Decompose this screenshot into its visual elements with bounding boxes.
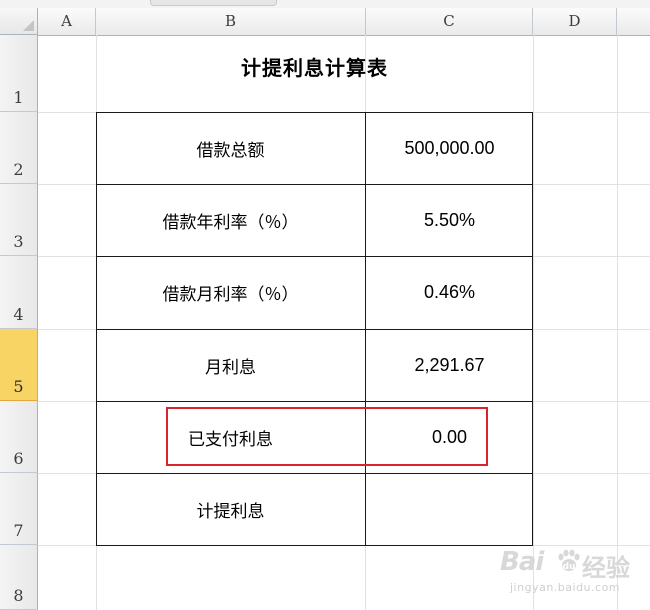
row-number: 7: [13, 521, 24, 540]
cell-b7-accrued-interest-label[interactable]: 计提利息: [96, 473, 365, 545]
baidu-jingyan-watermark: Bai du 经验 jingyan.baidu.com: [500, 545, 645, 605]
cell-b5-monthly-interest-label[interactable]: 月利息: [96, 329, 365, 401]
svg-text:du: du: [563, 562, 576, 572]
column-header-d[interactable]: D: [533, 8, 617, 35]
column-header-b[interactable]: B: [96, 8, 366, 35]
cell-c5-monthly-interest-value[interactable]: 2,291.67: [366, 329, 533, 401]
select-all-triangle-icon: [23, 20, 34, 31]
row-number: 5: [13, 377, 24, 396]
row-header-7[interactable]: 7: [0, 473, 38, 545]
row-number: 6: [13, 449, 24, 468]
watermark-suffix: 经验: [582, 554, 630, 582]
row-header-6[interactable]: 6: [0, 401, 38, 473]
row-header-4[interactable]: 4: [0, 256, 38, 329]
ribbon-tab-edge: [150, 0, 277, 6]
row-number: 8: [13, 586, 24, 605]
cell-b2-loan-total-label[interactable]: 借款总额: [96, 112, 365, 184]
row-header-2[interactable]: 2: [0, 112, 38, 184]
cell-b3-annual-rate-label[interactable]: 借款年利率（％）: [96, 184, 365, 256]
row-header-1[interactable]: 1: [0, 35, 38, 112]
gridline: [617, 35, 618, 610]
paw-icon: du: [558, 549, 580, 572]
select-all-corner[interactable]: [0, 8, 38, 35]
red-highlight-box: [166, 407, 488, 466]
cell-b4-monthly-rate-label[interactable]: 借款月利率（％）: [96, 256, 365, 328]
column-header-a[interactable]: A: [38, 8, 96, 35]
column-header-c[interactable]: C: [366, 8, 533, 35]
cell-c3-annual-rate-value[interactable]: 5.50%: [366, 184, 533, 256]
row-header-3[interactable]: 3: [0, 184, 38, 256]
cell-c2-loan-total-value[interactable]: 500,000.00: [366, 112, 533, 184]
cell-c4-monthly-rate-value[interactable]: 0.46%: [366, 256, 533, 328]
column-header-next[interactable]: [617, 8, 650, 35]
sheet-title[interactable]: 计提利息计算表: [96, 52, 533, 81]
gridline: [533, 35, 534, 610]
row-header-5[interactable]: 5: [0, 329, 38, 401]
row-number: 3: [13, 232, 24, 251]
spreadsheet: A B C D 1 2 3 4 5 6 7 8 计提利息计算表 借款总额 500…: [0, 0, 650, 610]
row-number: 2: [13, 160, 24, 179]
row-header-8[interactable]: 8: [0, 545, 38, 610]
row-number: 4: [13, 305, 24, 324]
cell-c7-accrued-interest-value[interactable]: [366, 473, 533, 545]
watermark-logo-text: Bai: [500, 547, 544, 577]
watermark-url: jingyan.baidu.com: [510, 581, 621, 594]
row-number: 1: [13, 88, 24, 107]
